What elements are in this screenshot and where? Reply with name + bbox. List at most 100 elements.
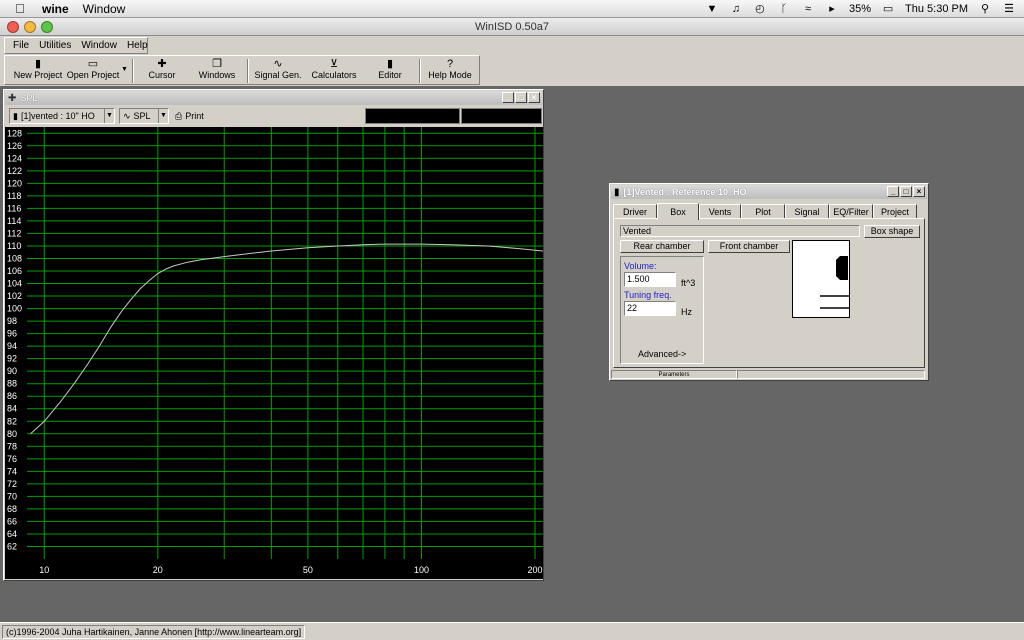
open-project-button[interactable]: ▭ Open Project	[65, 58, 121, 84]
battery-percent[interactable]: 35%	[849, 3, 871, 15]
tuning-input[interactable]: 22	[624, 301, 676, 316]
wifi-icon[interactable]: ≈	[801, 3, 815, 15]
tab-signal[interactable]: Signal	[785, 204, 829, 219]
help-mode-button[interactable]: ? Help Mode	[425, 58, 475, 84]
box-window-titlebar[interactable]: ▮ [1]Vented : Reference 10_HO _ □ ×	[611, 185, 927, 199]
editor-button[interactable]: ▮ Editor	[369, 58, 411, 84]
y-tick-label: 112	[7, 228, 21, 238]
minimize-icon[interactable]: _	[502, 92, 514, 103]
calculators-button[interactable]: ⊻ Calculators	[309, 58, 359, 84]
box-status-empty	[737, 370, 925, 379]
cursor-button[interactable]: ✚ Cursor	[141, 58, 183, 84]
rear-chamber-button[interactable]: Rear chamber	[620, 240, 704, 253]
plot-type-select[interactable]: ∿ SPL ▼	[119, 108, 169, 124]
y-tick-label: 98	[7, 316, 17, 326]
y-tick-label: 86	[7, 391, 17, 401]
box-shape-button[interactable]: Box shape	[864, 225, 920, 238]
spl-window-titlebar[interactable]: ✚ SPL _ □ ×	[5, 91, 542, 105]
calculators-icon: ⊻	[329, 58, 339, 70]
tab-vents[interactable]: Vents	[699, 204, 741, 219]
status-icons: ▼ ♫ ◴ ᚴ ≈ ▸ 35% ▭ Thu 5:30 PM ⚲ ☰	[705, 2, 1024, 16]
tab-box[interactable]: Box	[657, 203, 699, 220]
y-tick-label: 76	[7, 454, 17, 464]
spl-window-title: SPL	[20, 93, 38, 103]
toolbar-separator	[132, 59, 134, 83]
menu-file[interactable]: File	[13, 40, 29, 51]
x-tick-label: 50	[303, 565, 313, 575]
apple-icon[interactable]: 	[12, 1, 28, 16]
x-axis-band	[5, 559, 543, 579]
box-statusbar: Parameters	[611, 370, 927, 380]
y-tick-label: 100	[7, 304, 22, 314]
box-window-title: [1]Vented : Reference 10_HO	[623, 187, 747, 197]
close-icon[interactable]: ×	[913, 186, 925, 197]
x-tick-label: 20	[153, 565, 163, 575]
print-button[interactable]: ⎙ Print	[175, 111, 204, 122]
minimize-window-button[interactable]	[24, 21, 36, 33]
battery-icon: ▭	[882, 3, 894, 15]
volume-icon[interactable]: ▸	[825, 2, 839, 15]
tab-driver[interactable]: Driver	[613, 204, 657, 219]
y-tick-label: 66	[7, 516, 17, 526]
plot-area	[27, 127, 543, 559]
wine-glass-icon[interactable]: ▼	[705, 3, 719, 15]
time-machine-icon[interactable]: ◴	[753, 2, 767, 15]
y-tick-label: 108	[7, 253, 22, 263]
y-tick-label: 74	[7, 466, 17, 476]
window-titlebar: WinISD 0.50a7	[0, 18, 1024, 36]
toolbar: ▮ New Project ▭ Open Project ▼ ✚ Cursor …	[0, 54, 1024, 86]
menu-help[interactable]: Help	[127, 40, 148, 51]
windows-button[interactable]: ❐ Windows	[195, 58, 239, 84]
close-icon[interactable]: ×	[528, 92, 540, 103]
toolbar-separator	[419, 59, 421, 83]
copyright-text: (c)1996-2004 Juha Hartikainen, Janne Aho…	[2, 624, 306, 639]
y-tick-label: 102	[7, 291, 22, 301]
front-chamber-button[interactable]: Front chamber	[708, 240, 790, 253]
menu-window-app[interactable]: Window	[81, 40, 117, 51]
box-status-parameters: Parameters	[611, 370, 737, 379]
y-tick-label: 92	[7, 354, 17, 364]
notification-center-icon[interactable]: ☰	[1002, 2, 1016, 15]
volume-label: Volume:	[624, 261, 657, 271]
menu-window[interactable]: Window	[83, 2, 126, 16]
y-tick-label: 68	[7, 504, 17, 514]
tab-plot[interactable]: Plot	[741, 204, 785, 219]
app-menu-wine[interactable]: wine	[42, 2, 69, 16]
close-window-button[interactable]	[7, 21, 19, 33]
clock[interactable]: Thu 5:30 PM	[905, 3, 968, 15]
box-type-field: Vented	[620, 225, 860, 237]
tab-eq-filter[interactable]: EQ/Filter	[829, 204, 873, 219]
mac-menubar:  wine Window ▼ ♫ ◴ ᚴ ≈ ▸ 35% ▭ Thu 5:30…	[0, 0, 1024, 18]
advanced-button[interactable]: Advanced->	[638, 349, 686, 359]
y-tick-label: 122	[7, 166, 22, 176]
printer-icon: ⎙	[175, 110, 183, 121]
maximize-icon[interactable]: □	[900, 186, 912, 197]
open-project-icon: ▭	[87, 58, 99, 70]
y-tick-label: 82	[7, 416, 17, 426]
spotlight-search-icon[interactable]: ⚲	[978, 2, 992, 15]
y-tick-label: 118	[7, 191, 21, 201]
y-tick-label: 94	[7, 341, 17, 351]
tab-project[interactable]: Project	[873, 204, 917, 219]
box-tab-panel: Vented Box shape Rear chamber Front cham…	[613, 218, 925, 368]
new-project-button[interactable]: ▮ New Project	[11, 58, 65, 84]
y-tick-label: 70	[7, 491, 17, 501]
y-tick-label: 84	[7, 404, 17, 414]
chevron-down-icon: ▼	[104, 109, 114, 123]
maximize-icon[interactable]: □	[515, 92, 527, 103]
bell-icon[interactable]: ♫	[729, 3, 743, 15]
menu-utilities[interactable]: Utilities	[39, 40, 71, 51]
volume-input[interactable]: 1.500	[624, 272, 676, 287]
y-tick-label: 90	[7, 366, 17, 376]
y-tick-label: 104	[7, 279, 22, 289]
minimize-icon[interactable]: _	[887, 186, 899, 197]
spl-chart[interactable]: 62 64 66 68 70 72 74 76 78 80 82 84 86 88 90 92 94 96 98 10…	[5, 127, 543, 579]
y-tick-label: 110	[7, 241, 21, 251]
zoom-window-button[interactable]	[41, 21, 53, 33]
bluetooth-icon[interactable]: ᚴ	[777, 3, 791, 15]
open-project-dropdown-icon[interactable]: ▼	[121, 66, 128, 73]
project-select[interactable]: ▮ [1]vented : 10" HO ▼	[9, 108, 115, 124]
windows-icon: ❐	[212, 58, 222, 70]
tuning-unit: Hz	[681, 307, 692, 317]
signal-gen-button[interactable]: ∿ Signal Gen.	[253, 58, 303, 84]
